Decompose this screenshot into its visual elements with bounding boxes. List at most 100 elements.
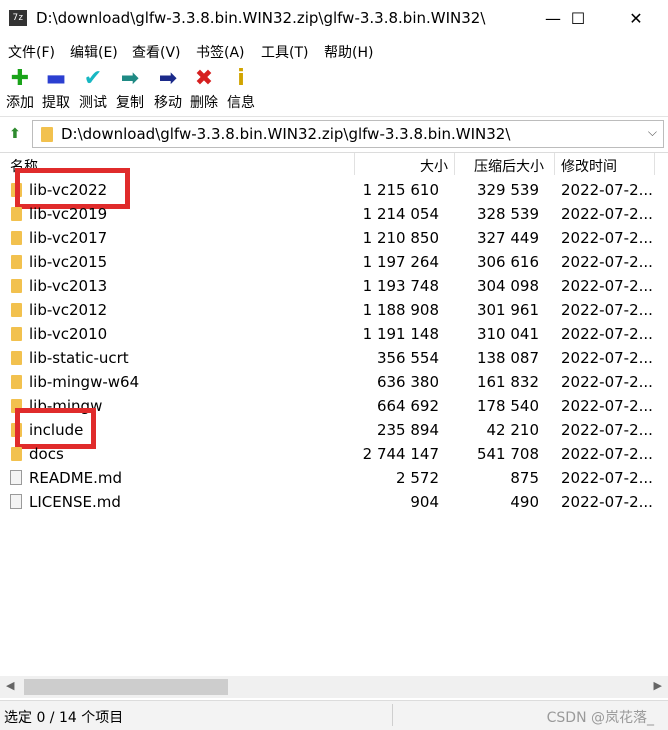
file-modified: 2022-07-2... [561, 205, 653, 223]
file-row[interactable]: docs 2 744 147 541 708 2022-07-2... [0, 442, 658, 466]
address-path[interactable]: D:\download\glfw-3.3.8.bin.WIN32.zip\glf… [61, 125, 510, 143]
add-button[interactable]: ✚ 添加 [2, 66, 38, 114]
column-modified[interactable]: 修改时间 [561, 156, 617, 176]
file-size: 1 215 610 [362, 181, 439, 199]
menu-edit[interactable]: 编辑(E) [70, 42, 118, 62]
file-size: 904 [410, 493, 439, 511]
file-row[interactable]: lib-vc2010 1 191 148 310 041 2022-07-2... [0, 322, 658, 346]
file-packed-size: 301 961 [476, 301, 539, 319]
folder-icon [11, 327, 22, 341]
file-name: lib-vc2019 [29, 205, 108, 223]
file-size: 356 554 [376, 349, 439, 367]
folder-icon [11, 255, 22, 269]
file-modified: 2022-07-2... [561, 229, 653, 247]
address-field[interactable]: D:\download\glfw-3.3.8.bin.WIN32.zip\glf… [32, 120, 664, 148]
file-icon [10, 494, 22, 509]
file-name: README.md [29, 469, 123, 487]
status-selection: 选定 0 / 14 个项目 [4, 710, 124, 726]
maximize-button[interactable]: ☐ [555, 0, 601, 38]
app-icon: 7z [9, 10, 27, 26]
scroll-thumb[interactable] [24, 679, 228, 695]
file-row[interactable]: lib-mingw 664 692 178 540 2022-07-2... [0, 394, 658, 418]
folder-icon [11, 351, 22, 365]
menu-help[interactable]: 帮助(H) [324, 42, 373, 62]
file-modified: 2022-07-2... [561, 253, 653, 271]
file-row[interactable]: LICENSE.md 904 490 2022-07-2... [0, 490, 658, 514]
file-name: lib-vc2012 [29, 301, 108, 319]
folder-icon [11, 447, 22, 461]
file-modified: 2022-07-2... [561, 397, 653, 415]
file-packed-size: 328 539 [476, 205, 539, 223]
folder-icon [11, 303, 22, 317]
file-packed-size: 178 540 [476, 397, 539, 415]
info-button[interactable]: i 信息 [223, 66, 259, 114]
address-bar: ⬆ D:\download\glfw-3.3.8.bin.WIN32.zip\g… [0, 118, 668, 150]
chevron-down-icon[interactable]: ⌵ [648, 125, 657, 140]
file-row[interactable]: lib-mingw-w64 636 380 161 832 2022-07-2... [0, 370, 658, 394]
menu-view[interactable]: 查看(V) [132, 42, 181, 62]
scroll-left-icon[interactable]: ◀ [6, 679, 14, 692]
column-divider[interactable] [654, 153, 655, 175]
column-divider[interactable] [354, 153, 355, 175]
file-name: lib-mingw-w64 [29, 373, 140, 391]
file-name: lib-vc2017 [29, 229, 108, 247]
file-packed-size: 306 616 [476, 253, 539, 271]
file-icon [10, 470, 22, 485]
extract-button[interactable]: ▬ 提取 [38, 66, 74, 114]
file-packed-size: 541 708 [476, 445, 539, 463]
folder-icon [41, 127, 53, 142]
file-size: 235 894 [376, 421, 439, 439]
file-name: lib-vc2015 [29, 253, 108, 271]
menu-file[interactable]: 文件(F) [8, 42, 55, 62]
file-row[interactable]: README.md 2 572 875 2022-07-2... [0, 466, 658, 490]
file-row[interactable]: lib-vc2012 1 188 908 301 961 2022-07-2... [0, 298, 658, 322]
file-name: lib-vc2010 [29, 325, 108, 343]
file-size: 664 692 [376, 397, 439, 415]
column-divider[interactable] [454, 153, 455, 175]
copy-button[interactable]: ➡ 复制 [112, 66, 148, 114]
menu-bookmarks[interactable]: 书签(A) [196, 42, 245, 62]
file-name: LICENSE.md [29, 493, 121, 511]
file-packed-size: 329 539 [476, 181, 539, 199]
file-size: 2 572 [396, 469, 439, 487]
menu-tools[interactable]: 工具(T) [261, 42, 308, 62]
up-folder-icon[interactable]: ⬆ [4, 123, 26, 145]
file-row[interactable]: lib-vc2017 1 210 850 327 449 2022-07-2... [0, 226, 658, 250]
extract-icon: ▬ [45, 66, 67, 91]
file-size: 636 380 [376, 373, 439, 391]
delete-button[interactable]: ✖ 删除 [186, 66, 222, 114]
info-label: 信息 [227, 95, 255, 111]
vertical-scrollbar[interactable] [658, 153, 668, 677]
file-name: docs [29, 445, 64, 463]
folder-icon [11, 207, 22, 221]
file-modified: 2022-07-2... [561, 301, 653, 319]
file-row[interactable]: lib-vc2013 1 193 748 304 098 2022-07-2... [0, 274, 658, 298]
column-size[interactable]: 大小 [420, 156, 448, 176]
file-packed-size: 310 041 [476, 325, 539, 343]
file-modified: 2022-07-2... [561, 277, 653, 295]
file-row[interactable]: lib-vc2015 1 197 264 306 616 2022-07-2... [0, 250, 658, 274]
close-button[interactable]: ✕ [613, 0, 659, 38]
file-packed-size: 304 098 [476, 277, 539, 295]
horizontal-scrollbar[interactable]: ◀ ▶ [0, 676, 668, 698]
copy-icon: ➡ [120, 66, 140, 91]
file-packed-size: 42 210 [486, 421, 540, 439]
column-packed-size[interactable]: 压缩后大小 [474, 156, 544, 176]
folder-icon [11, 375, 22, 389]
window-title: D:\download\glfw-3.3.8.bin.WIN32.zip\glf… [36, 9, 486, 27]
scroll-right-icon[interactable]: ▶ [654, 679, 662, 692]
toolbar: ✚ 添加 ▬ 提取 ✔ 测试 ➡ 复制 ➡ 移动 ✖ 删除 i 信息 [0, 64, 668, 117]
file-size: 1 197 264 [362, 253, 439, 271]
move-button[interactable]: ➡ 移动 [150, 66, 186, 114]
test-button[interactable]: ✔ 测试 [75, 66, 111, 114]
column-divider[interactable] [554, 153, 555, 175]
file-row[interactable]: lib-static-ucrt 356 554 138 087 2022-07-2..… [0, 346, 658, 370]
file-modified: 2022-07-2... [561, 469, 653, 487]
status-divider [392, 704, 393, 726]
menu-bar: 文件(F) 编辑(E) 查看(V) 书签(A) 工具(T) 帮助(H) [0, 38, 668, 64]
file-row[interactable]: lib-vc2019 1 214 054 328 539 2022-07-2... [0, 202, 658, 226]
folder-icon [11, 231, 22, 245]
file-modified: 2022-07-2... [561, 181, 653, 199]
file-packed-size: 161 832 [476, 373, 539, 391]
file-row[interactable]: include 235 894 42 210 2022-07-2... [0, 418, 658, 442]
